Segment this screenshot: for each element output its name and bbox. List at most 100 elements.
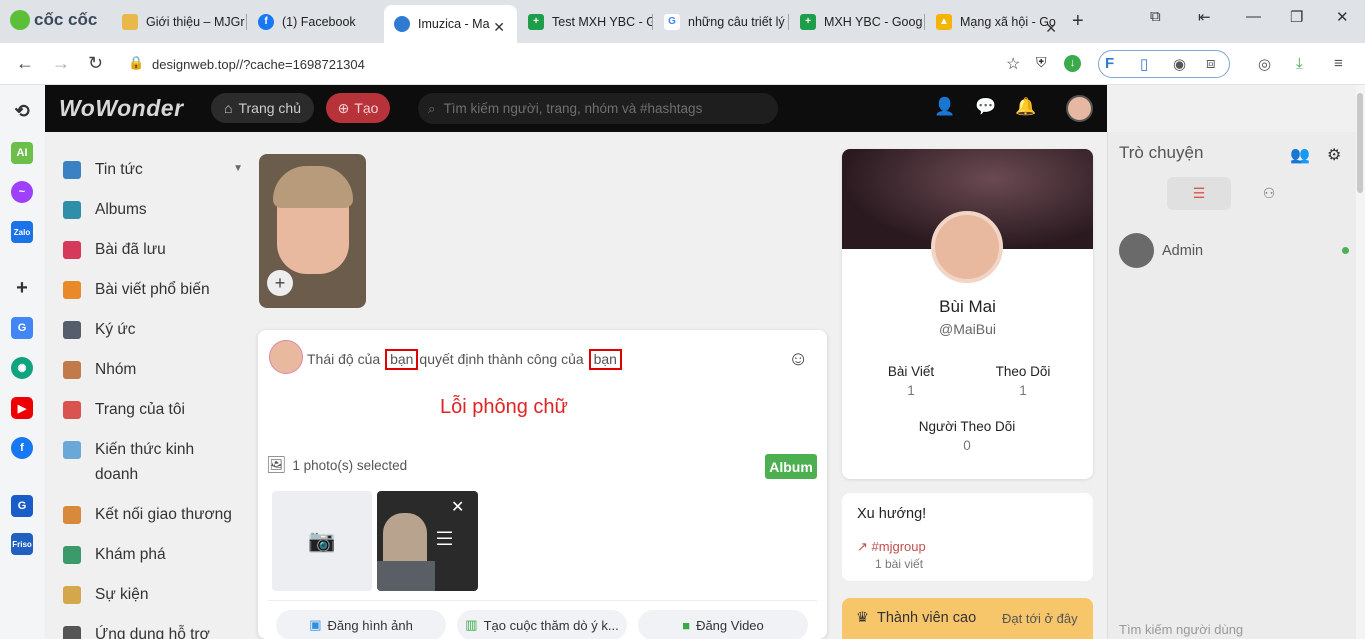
- menu-item-groups[interactable]: Nhóm: [63, 360, 243, 382]
- chat-search-input[interactable]: Tìm kiếm người dùng: [1119, 622, 1243, 637]
- trending-tag[interactable]: ↗ #mjgroup: [857, 539, 926, 555]
- menu-item-apps[interactable]: Ứng dụng hỗ trợ: [63, 625, 243, 639]
- reader-extension-icon[interactable]: ▯: [1140, 55, 1148, 73]
- maximize-icon[interactable]: ❐: [1290, 8, 1303, 26]
- facebook-icon[interactable]: f: [11, 437, 33, 459]
- back-forward-icon[interactable]: ⇤: [1198, 8, 1211, 26]
- search-input[interactable]: ⌕ Tìm kiếm người, trang, nhóm và #hashtag…: [418, 93, 778, 124]
- page-scrollbar[interactable]: [1356, 85, 1365, 639]
- zalo-icon[interactable]: Zalo: [11, 221, 33, 243]
- menu-label: Ký ức: [95, 321, 136, 338]
- photo-count-label: 1 photo(s) selected: [292, 457, 408, 473]
- menu-item-events[interactable]: Sự kiện: [63, 585, 243, 607]
- trending-title: Xu hướng!: [857, 506, 927, 522]
- pro-upgrade-link[interactable]: Đạt tới ở đây: [1002, 611, 1078, 626]
- add-photo-button[interactable]: 📷: [272, 491, 372, 591]
- add-app-icon[interactable]: +: [11, 277, 33, 299]
- browser-tab-2[interactable]: f (1) Facebook: [248, 6, 382, 37]
- coccoc-logo-icon: [10, 10, 30, 30]
- profile-name[interactable]: Bùi Mai: [842, 297, 1093, 317]
- stat-posts[interactable]: Bài Viết 1: [851, 364, 971, 398]
- close-tab-icon[interactable]: ✕: [1045, 20, 1057, 37]
- remove-photo-icon[interactable]: ✕: [451, 497, 464, 517]
- minimize-icon[interactable]: —: [1246, 8, 1261, 25]
- menu-item-news[interactable]: Tin tức ▼: [63, 160, 243, 182]
- bookmark-star-icon[interactable]: ☆: [1006, 54, 1020, 74]
- browser-tab-4[interactable]: + Test MXH YBC - G: [518, 6, 653, 37]
- browser-tab-1[interactable]: Giới thiệu – MJGr: [112, 6, 247, 37]
- tab-title: (1) Facebook: [282, 14, 356, 29]
- add-group-icon[interactable]: 👥: [1290, 145, 1310, 165]
- site-logo[interactable]: WoWonder: [59, 95, 184, 122]
- camera-extension-icon[interactable]: ◉: [1173, 55, 1186, 73]
- create-poll-button[interactable]: ▥ Tạo cuộc thăm dò ý k...: [457, 610, 627, 639]
- stat-followers[interactable]: Người Theo Dõi 0: [907, 419, 1027, 453]
- translate-extension-icon[interactable]: F: [1105, 55, 1114, 72]
- url-field[interactable]: 🔒 designweb.top//?cache=1698721304 ☆ ⛨ ↓: [118, 49, 1093, 79]
- search-icon: ⌕: [428, 100, 436, 116]
- menu-item-explore[interactable]: Khám phá: [63, 545, 243, 567]
- new-tab-icon[interactable]: +: [1072, 10, 1084, 33]
- post-image-button[interactable]: ▣ Đăng hình ảnh: [276, 610, 446, 639]
- menu-item-business-knowledge[interactable]: Kiến thức kinh doanh: [63, 440, 243, 487]
- menu-item-memories[interactable]: Ký ức: [63, 320, 243, 342]
- menu-item-saved[interactable]: Bài đã lưu: [63, 240, 243, 262]
- chat-user-admin[interactable]: Admin: [1119, 233, 1203, 268]
- profile-avatar[interactable]: [931, 211, 1003, 283]
- tab-users[interactable]: ☰: [1167, 177, 1231, 210]
- friso-icon[interactable]: Friso: [11, 533, 33, 555]
- back-icon[interactable]: ←: [16, 53, 34, 74]
- chatgpt-icon[interactable]: ✺: [11, 357, 33, 379]
- pro-title: ♛ Thành viên cao: [856, 610, 976, 626]
- post-video-button[interactable]: ■ Đăng Video: [638, 610, 808, 639]
- emoji-icon[interactable]: ☺: [788, 348, 808, 371]
- menu-icon[interactable]: ≡: [1334, 55, 1343, 72]
- google-translate-icon[interactable]: G: [11, 317, 33, 339]
- settings-gear-icon[interactable]: ⚙: [1327, 145, 1341, 165]
- download-badge-icon[interactable]: ↓: [1064, 55, 1081, 72]
- user-avatar[interactable]: [1066, 95, 1093, 122]
- forward-icon[interactable]: →: [52, 53, 70, 74]
- stat-value: 1: [1019, 383, 1027, 398]
- browser-tab-3-active[interactable]: Imuzica - Ma ✕: [384, 5, 517, 43]
- reload-icon[interactable]: ↻: [88, 53, 103, 74]
- messages-icon[interactable]: 💬: [975, 97, 996, 117]
- downloads-icon[interactable]: ⤓: [1296, 55, 1303, 72]
- post-text-input[interactable]: Thái độ của bạn quyết định thành công của…: [307, 349, 623, 370]
- messenger-icon[interactable]: ~: [11, 181, 33, 203]
- ai-icon[interactable]: AI: [11, 142, 33, 164]
- browser-tab-7[interactable]: ▲ Mạng xã hội - Go ✕: [926, 6, 1063, 37]
- album-button[interactable]: Album: [765, 454, 817, 479]
- chevron-down-icon[interactable]: ▼: [233, 163, 243, 174]
- menu-item-popular[interactable]: Bài viết phổ biến: [63, 280, 243, 302]
- notifications-icon[interactable]: 🔔: [1015, 97, 1036, 117]
- menu-label: Albums: [95, 201, 147, 218]
- browser-tab-6[interactable]: + MXH YBC - Goog: [790, 6, 925, 37]
- add-friend-icon[interactable]: 👤: [934, 97, 955, 117]
- scroll-thumb[interactable]: [1357, 93, 1363, 193]
- menu-item-trade-connect[interactable]: Kết nối giao thương: [63, 505, 243, 527]
- tab-groups[interactable]: ⚇: [1237, 177, 1301, 210]
- history-icon[interactable]: ⟲: [11, 100, 33, 122]
- stat-following[interactable]: Theo Dõi 1: [963, 364, 1083, 398]
- home-button[interactable]: ⌂ Trang chủ: [211, 93, 314, 123]
- add-story-icon[interactable]: +: [267, 270, 293, 296]
- my-story-card[interactable]: +: [259, 154, 366, 308]
- close-window-icon[interactable]: ✕: [1336, 8, 1349, 26]
- menu-item-my-pages[interactable]: Trang của tôi: [63, 400, 243, 422]
- screenshot-icon[interactable]: ⧉: [1150, 8, 1161, 25]
- puzzle-extension-icon[interactable]: ⧈: [1206, 55, 1216, 72]
- browser-brand[interactable]: cốc cốc: [10, 10, 97, 30]
- g-app-icon[interactable]: G: [11, 495, 33, 517]
- youtube-icon[interactable]: ▶: [11, 397, 33, 419]
- tab-separator: [788, 14, 789, 30]
- create-button[interactable]: ⊕ Tạo: [326, 93, 390, 123]
- profile-icon[interactable]: ◎: [1258, 55, 1271, 73]
- shield-icon[interactable]: ⛨: [1036, 54, 1047, 71]
- browser-tab-strip: cốc cốc Giới thiệu – MJGr f (1) Facebook …: [0, 0, 1365, 43]
- menu-item-albums[interactable]: Albums: [63, 200, 243, 222]
- close-tab-icon[interactable]: ✕: [493, 19, 505, 36]
- browser-tab-5[interactable]: Gnhững câu triết lý: [654, 6, 789, 37]
- tab-favicon-icon: [122, 13, 138, 30]
- pages-icon: [63, 401, 81, 419]
